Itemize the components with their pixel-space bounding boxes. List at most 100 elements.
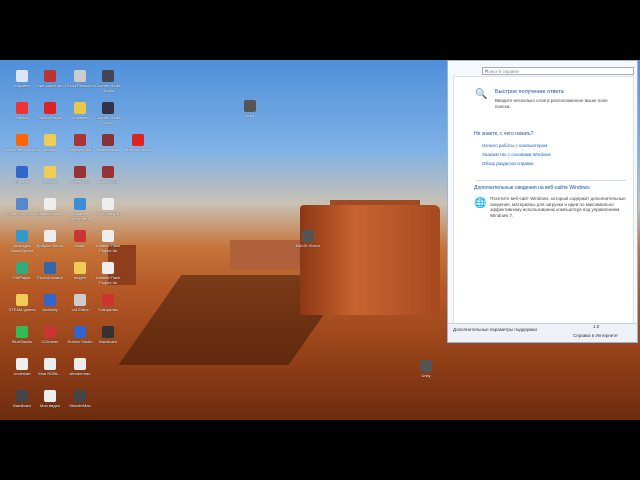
shortcut-icon <box>44 102 56 114</box>
shortcut-icon <box>16 326 28 338</box>
shortcut-icon <box>102 294 114 306</box>
desktop-icon-label: Новая папка <box>96 147 120 152</box>
shortcut-icon <box>16 166 28 178</box>
desktop-icon-label: Pivot Animator <box>37 275 63 280</box>
desktop-icon-label: Chrome <box>14 179 30 184</box>
desktop-icon-label: KMPlayer <box>13 275 31 280</box>
help-window: Поиск в справке ⌕ 🔍 Быстрое получение от… <box>447 60 638 343</box>
online-help-button[interactable]: Справка в Интернете <box>573 333 618 338</box>
desktop-icon-label: Bandicam <box>99 339 117 344</box>
help-content: 🔍 Быстрое получение ответа Введите неско… <box>453 76 634 326</box>
desktop-icon-label: Counter-Strike Global <box>95 83 121 93</box>
shortcut-icon <box>16 230 28 242</box>
bottom-letterbox <box>0 420 640 480</box>
desktop-icon[interactable]: Говорилка <box>90 294 126 312</box>
desktop-icon-label: unreal v 22b <box>96 179 119 184</box>
desktop-icon[interactable]: slenderman <box>62 358 98 376</box>
link-windows-basics[interactable]: Знакомство с основами Windows <box>482 152 551 157</box>
help-heading: Быстрое получение ответа <box>495 89 564 95</box>
desktop-icon-label: Maxthon cloud <box>124 147 151 152</box>
shortcut-icon <box>74 358 86 370</box>
shortcut-icon <box>102 198 114 210</box>
shortcut-icon <box>102 166 114 178</box>
desktop-icon[interactable]: BALDI Horror <box>290 230 326 248</box>
desktop-icon-label: Counter-Strike Cond.. <box>95 115 121 125</box>
divider <box>476 180 626 181</box>
shortcut-icon <box>16 358 28 370</box>
wallpaper-mesa <box>300 205 440 315</box>
shortcut-icon <box>302 230 314 242</box>
desktop-icon-label: unreal v 22 <box>70 179 90 184</box>
support-options-link[interactable]: Дополнительные параметры поддержки <box>453 327 537 332</box>
shortcut-icon <box>44 70 56 82</box>
shortcut-icon <box>44 390 56 402</box>
help-footer: Дополнительные параметры поддержки Справ… <box>448 323 637 342</box>
desktop-icon[interactable]: unreal v 22b <box>90 166 126 184</box>
top-letterbox <box>0 0 640 60</box>
shortcut-icon <box>44 326 56 338</box>
shortcut-icon <box>102 134 114 146</box>
desktop-icon[interactable]: SlenderMan <box>62 390 98 408</box>
desktop-icon-label: Untitled Flash Project.fla <box>95 275 121 285</box>
shortcut-icon <box>74 134 86 146</box>
desktop-icon-label: Корзина <box>14 83 30 88</box>
desktop-icon[interactable]: Unity <box>232 100 268 118</box>
shortcut-icon <box>132 134 144 146</box>
desktop-icon-label: CCleaner <box>41 339 59 344</box>
help-search-input[interactable]: Поиск в справке ⌕ <box>482 67 634 75</box>
more-text: Посетите веб-сайт Windows, который содер… <box>490 196 626 218</box>
shortcut-icon <box>44 230 56 242</box>
desktop-icon[interactable]: Maxthon cloud <box>120 134 156 152</box>
shortcut-icon <box>44 198 56 210</box>
globe-icon: 🌐 <box>474 198 487 209</box>
desktop-icon[interactable]: Bandicam <box>90 326 126 344</box>
desktop-icon-label: slenderman <box>69 371 91 376</box>
desktop-icon-label: Auslogics BoostSpeed <box>11 243 33 253</box>
desktop-icon-label: RobloxPlayer <box>38 115 62 120</box>
desktop-icon-label: Unity <box>421 373 431 378</box>
desktop-icon[interactable]: Counter-Strike Global <box>90 70 126 93</box>
shortcut-icon <box>44 166 56 178</box>
desktop-icon-label: Добрые Весть <box>36 243 64 248</box>
shortcut-icon <box>16 390 28 402</box>
shortcut-icon <box>74 230 86 242</box>
desktop-icon-label: Unplayed ball <box>67 147 93 152</box>
magnifier-icon: 🔍 <box>475 89 488 100</box>
shortcut-icon <box>16 262 28 274</box>
desktop-icon-label: Unplayed <box>71 115 89 120</box>
desktop-icon[interactable]: Counter-Strike Cond.. <box>90 102 126 125</box>
shortcut-icon <box>44 358 56 370</box>
more-heading: Дополнительные сведения на веб-сайте Win… <box>474 185 590 191</box>
desktop-icon[interactable]: Untitled Flash Project.fla <box>90 230 126 253</box>
desktop-icon-label: Yandex <box>15 115 29 120</box>
desktop-icon-label: Untitled Flash Project.fla <box>95 243 121 253</box>
desktop-icon-label: BALDI Horror <box>295 243 320 248</box>
shortcut-icon <box>420 360 432 372</box>
desktop-icon-label: Bandicam <box>13 403 31 408</box>
shortcut-icon <box>74 326 86 338</box>
search-icon[interactable]: ⌕ <box>485 69 631 74</box>
shortcut-icon <box>102 326 114 338</box>
shortcut-icon <box>74 70 86 82</box>
shortcut-icon <box>102 230 114 242</box>
shortcut-icon <box>16 134 28 146</box>
shortcut-icon <box>74 390 86 402</box>
zoom-level: 1.0 <box>593 324 600 329</box>
desktop-icon[interactable]: Unity <box>408 360 444 378</box>
link-getting-started[interactable]: Начало работы с компьютером <box>482 143 547 148</box>
desktop-icon-label: Уже такой нет <box>37 83 63 88</box>
shortcut-icon <box>102 70 114 82</box>
link-browse-help[interactable]: Обзор разделов справки <box>482 161 534 166</box>
shortcut-icon <box>74 166 86 178</box>
desktop-icon[interactable]: Untitled Flash Project.fla <box>90 262 126 285</box>
shortcut-icon <box>102 262 114 274</box>
desktop-icon-label: MoldV <box>74 243 86 248</box>
shortcut-icon <box>44 294 56 306</box>
shortcut-icon <box>74 294 86 306</box>
desktop-icon-label: Новые папки <box>38 211 62 216</box>
shortcut-icon <box>74 198 86 210</box>
dont-know-heading: Не знаете, с чего начать? <box>474 131 534 137</box>
desktop-icon[interactable]: Pivot фигурки <box>90 198 126 216</box>
shortcut-icon <box>244 100 256 112</box>
desktop-icon-label: mugen <box>73 275 87 280</box>
